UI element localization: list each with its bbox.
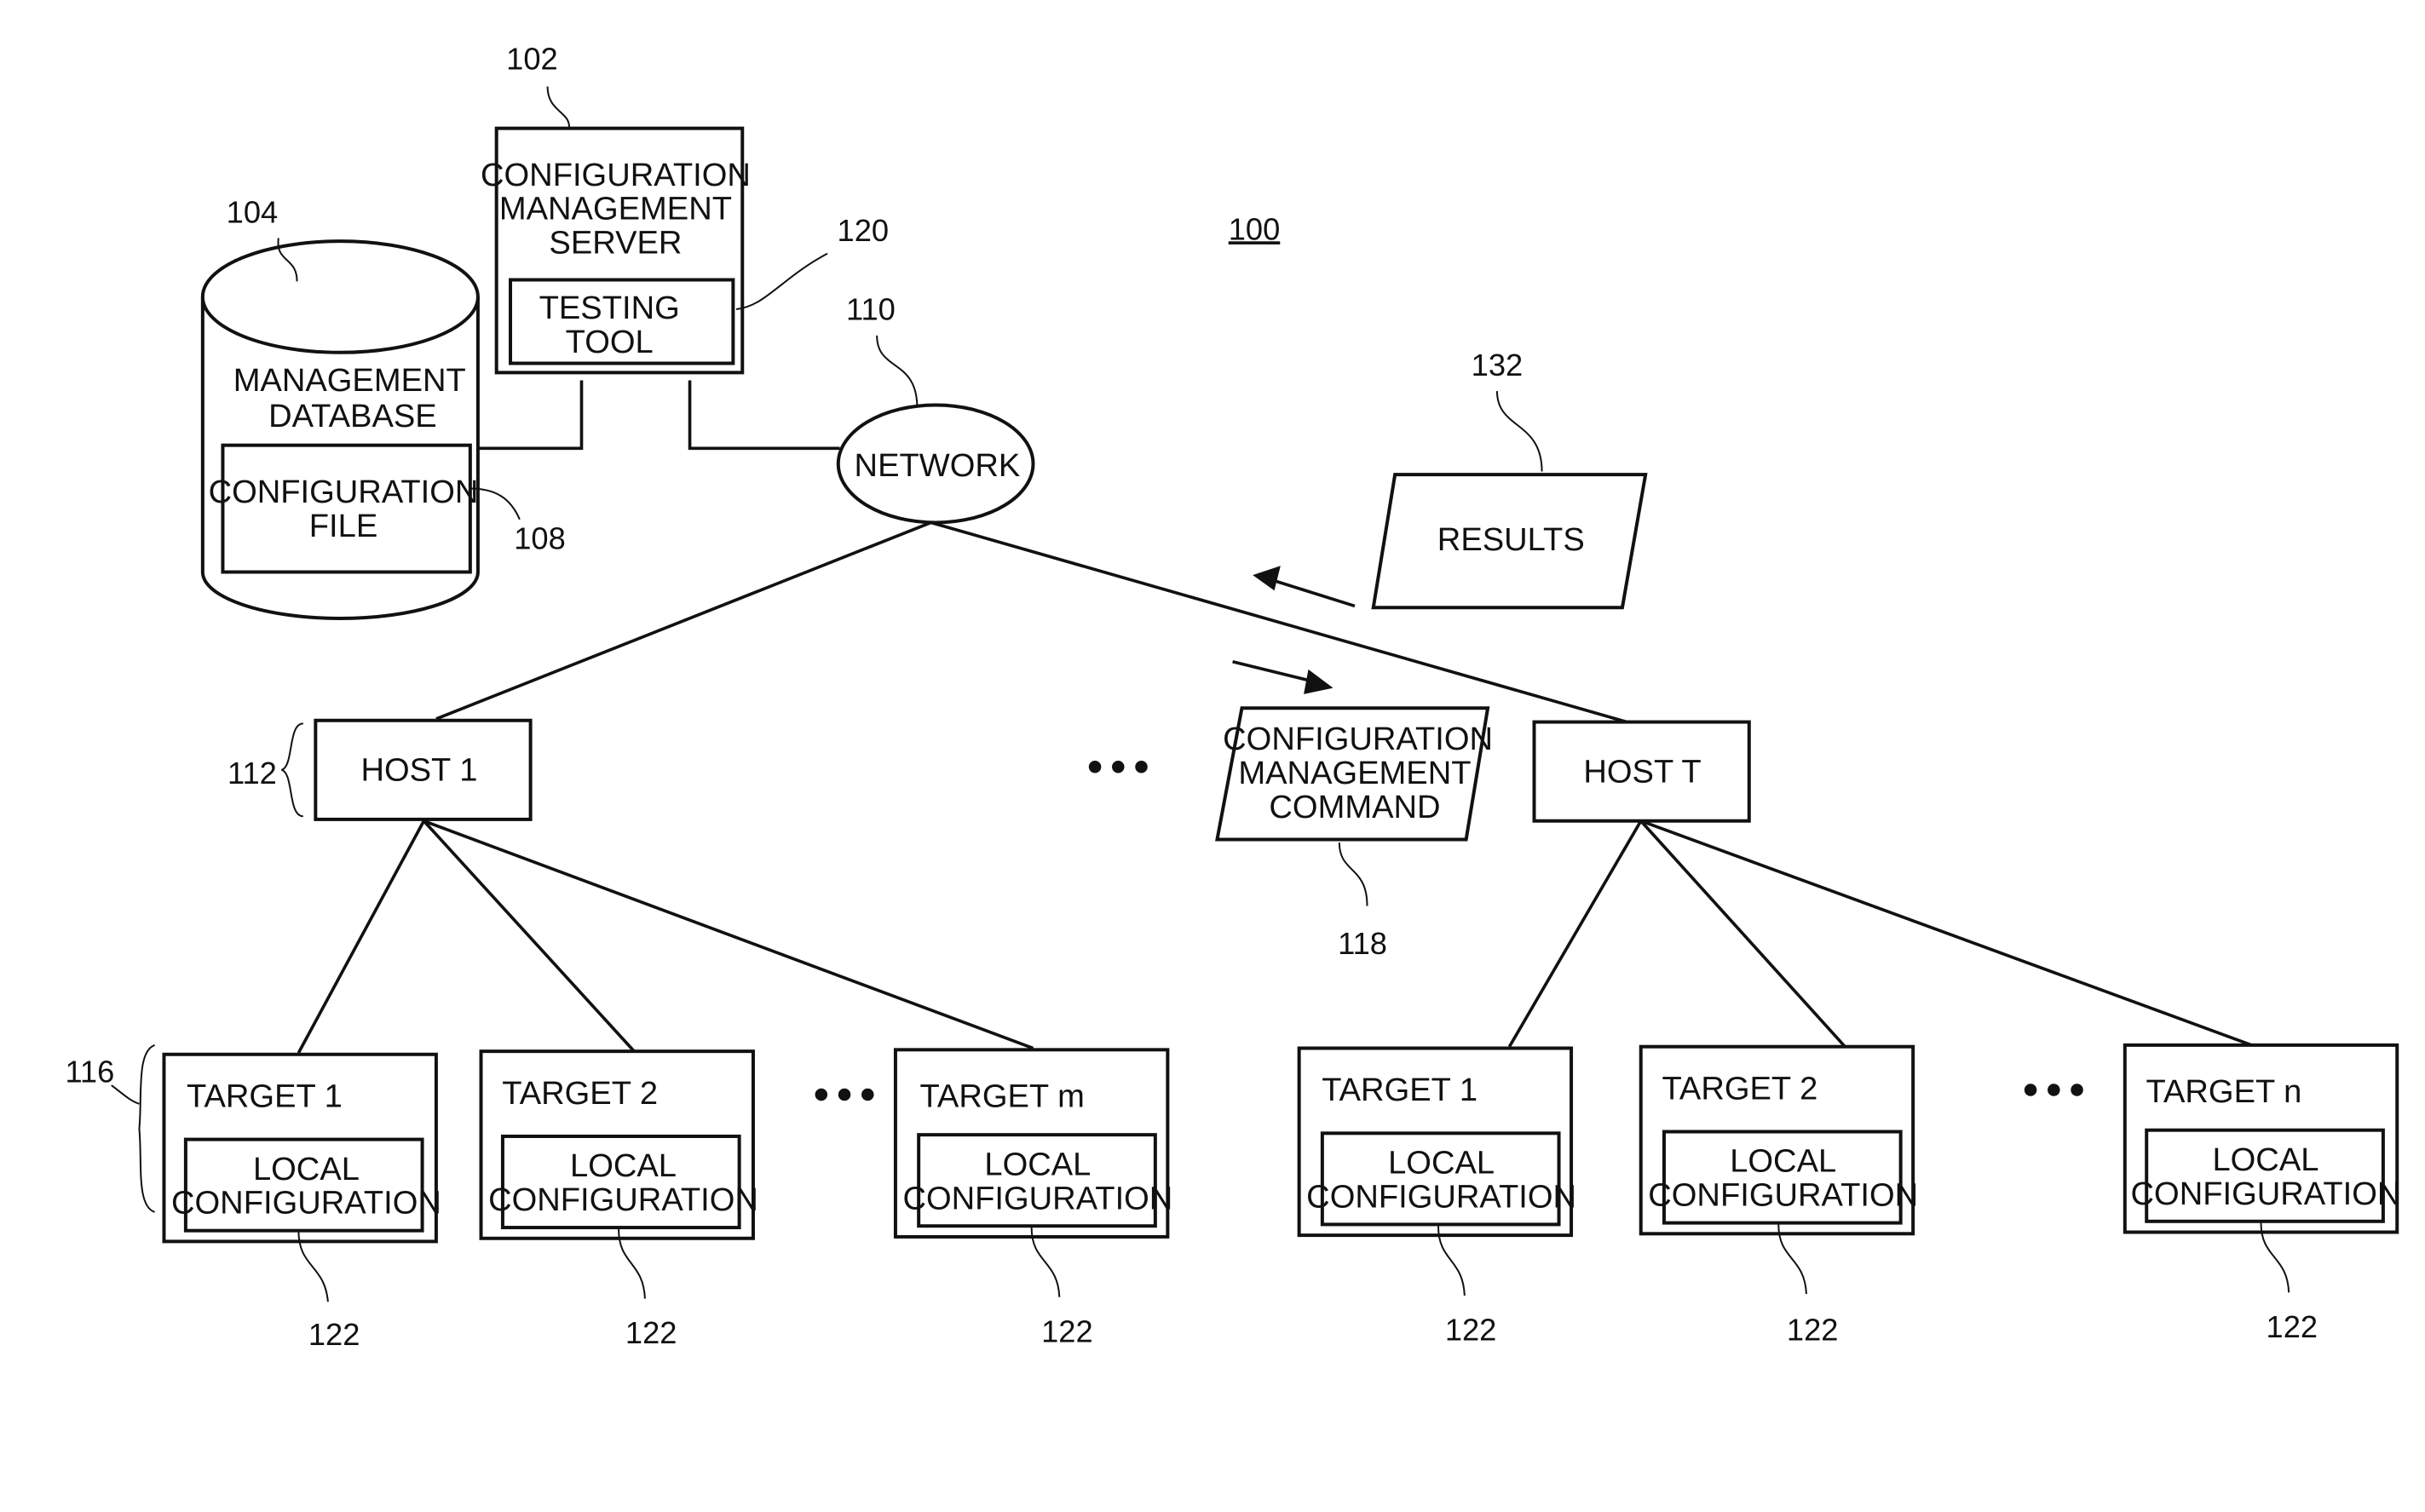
testing-tool-leader <box>735 252 828 310</box>
database-label-1: MANAGEMENT <box>233 363 466 399</box>
results-arrow-icon <box>1253 566 1356 608</box>
local-config-ref: 122 <box>625 1315 677 1350</box>
target-label: TARGET 1 <box>1322 1072 1477 1108</box>
network: NETWORK <box>836 403 1035 525</box>
results-label: RESULTS <box>1437 522 1585 558</box>
results-ref: 132 <box>1472 348 1524 382</box>
host-1: HOST 1 <box>314 718 533 821</box>
hostT-target1-link <box>1507 819 1643 1048</box>
host-t-label: HOST T <box>1583 754 1701 790</box>
server-label-1: CONFIGURATION <box>481 158 751 193</box>
config-file-label-1: CONFIGURATION <box>209 474 479 510</box>
command-label-3: COMMAND <box>1269 790 1440 825</box>
local-config-ref: 122 <box>1787 1313 1839 1348</box>
network-ref: 110 <box>846 292 896 327</box>
host-brace <box>280 722 304 818</box>
local-config-ref: 122 <box>308 1317 360 1352</box>
database-label-2: DATABASE <box>268 399 437 434</box>
targets-group-ref: 116 <box>65 1054 114 1089</box>
results-leader <box>1495 391 1543 472</box>
host-1-label: HOST 1 <box>360 753 477 789</box>
management-database: MANAGEMENT DATABASE CONFIGURATION FILE <box>200 239 480 620</box>
host-t: HOST T <box>1532 720 1751 823</box>
configuration-management-command: CONFIGURATION MANAGEMENT COMMAND <box>1215 706 1493 842</box>
target-label: TARGET 1 <box>187 1078 343 1114</box>
host1-target1-link <box>297 819 425 1054</box>
system-diagram: 100 CONFIGURATION MANAGEMENT SERVER TEST… <box>65 42 2401 1352</box>
network-label: NETWORK <box>855 448 1021 484</box>
server-label-2: MANAGEMENT <box>499 192 732 227</box>
server-ref: 102 <box>506 42 558 77</box>
target-box: TARGET 1 LOCAL CONFIGURATION <box>162 1052 441 1244</box>
targets-ellipsis-icon <box>815 1088 874 1101</box>
results: RESULTS <box>1371 473 1648 610</box>
local-config-ref: 122 <box>1041 1314 1093 1348</box>
command-arrow-icon <box>1232 660 1333 694</box>
testing-tool-label-2: TOOL <box>566 325 654 360</box>
server-network-link <box>688 380 840 451</box>
command-label-2: MANAGEMENT <box>1238 756 1471 791</box>
command-leader <box>1338 842 1368 906</box>
target-label: TARGET m <box>919 1078 1084 1114</box>
server-label-3: SERVER <box>549 226 682 262</box>
host1-target2-link <box>423 819 636 1053</box>
local-config-label-1: LOCAL <box>984 1147 1091 1182</box>
config-file-ref: 108 <box>514 520 566 555</box>
target-box: TARGET 2 LOCAL CONFIGURATION <box>1639 1044 1918 1236</box>
host-ref: 112 <box>228 756 277 790</box>
local-config-label-1: LOCAL <box>570 1148 677 1184</box>
local-config-ref: 122 <box>2267 1309 2318 1344</box>
local-config-label-2: CONFIGURATION <box>1306 1179 1576 1215</box>
target-label: TARGET 2 <box>1662 1071 1817 1107</box>
hostT-targetn-link <box>1640 819 2253 1047</box>
targets-ellipsis-icon <box>2024 1084 2083 1096</box>
figure-ref: 100 <box>1229 211 1281 246</box>
local-config-label-1: LOCAL <box>2212 1142 2318 1178</box>
targets-group-brace <box>138 1043 156 1213</box>
local-config-label-2: CONFIGURATION <box>171 1186 441 1222</box>
testing-tool-ref: 120 <box>838 213 890 248</box>
local-config-label-2: CONFIGURATION <box>488 1182 758 1218</box>
config-file-label-2: FILE <box>309 509 377 544</box>
local-config-label-1: LOCAL <box>253 1152 360 1187</box>
target-label: TARGET n <box>2146 1074 2302 1110</box>
target-box: TARGET n LOCAL CONFIGURATION <box>2123 1043 2401 1234</box>
local-config-label-2: CONFIGURATION <box>1648 1178 1918 1214</box>
local-config-label-2: CONFIGURATION <box>902 1181 1172 1216</box>
network-leader <box>876 335 919 405</box>
local-config-label-1: LOCAL <box>1730 1144 1836 1180</box>
network-host1-link <box>435 520 932 721</box>
local-config-label-2: CONFIGURATION <box>2131 1176 2401 1212</box>
server-db-link <box>476 380 584 451</box>
database-ref: 104 <box>227 194 279 229</box>
configuration-management-server: CONFIGURATION MANAGEMENT SERVER TESTING … <box>481 126 751 375</box>
local-config-label-1: LOCAL <box>1388 1146 1495 1181</box>
target-box: TARGET 1 LOCAL CONFIGURATION <box>1297 1046 1576 1238</box>
command-ref: 118 <box>1338 926 1387 961</box>
targets-group-leader <box>111 1084 140 1105</box>
command-label-1: CONFIGURATION <box>1223 722 1493 757</box>
host1-targetm-link <box>423 819 1034 1050</box>
hosts-ellipsis-icon <box>1088 760 1148 773</box>
target-box: TARGET 2 LOCAL CONFIGURATION <box>479 1049 758 1240</box>
local-config-ref: 122 <box>1445 1313 1497 1348</box>
server-leader <box>546 86 570 127</box>
target-box: TARGET m LOCAL CONFIGURATION <box>893 1048 1172 1239</box>
hostT-target2-link <box>1639 819 1846 1048</box>
testing-tool-label-1: TESTING <box>539 290 680 326</box>
target-label: TARGET 2 <box>502 1076 658 1112</box>
